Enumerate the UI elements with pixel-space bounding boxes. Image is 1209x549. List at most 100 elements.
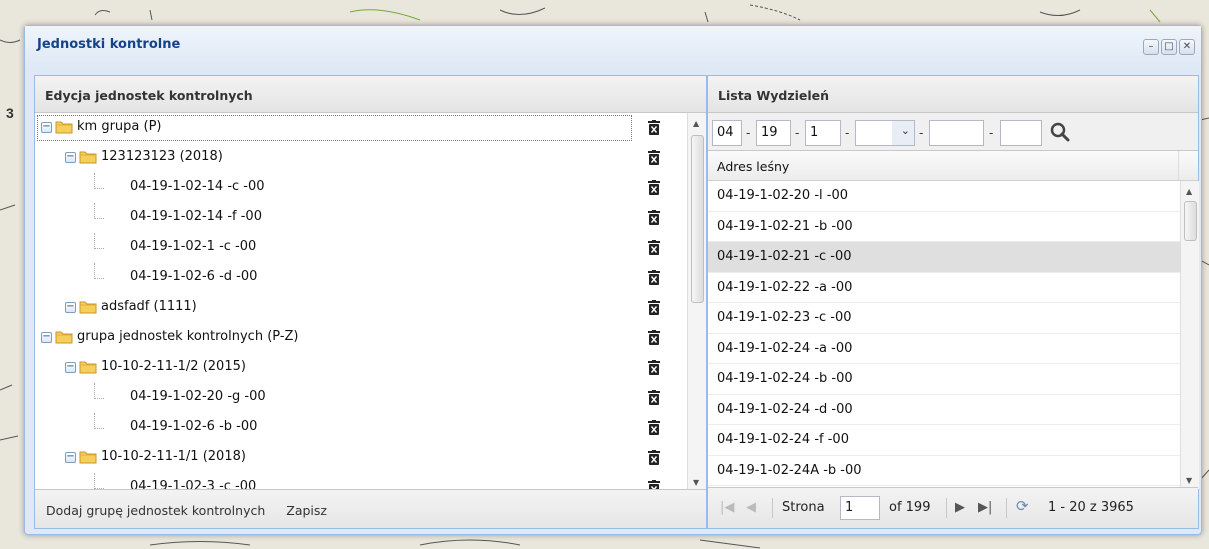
pager-divider — [946, 498, 947, 518]
tree-folder-row[interactable]: − adsfadf (1111) — [35, 293, 687, 323]
scroll-down-icon[interactable]: ▼ — [1186, 476, 1192, 485]
tree-guide-line — [94, 398, 104, 399]
tree-guide-line — [94, 413, 95, 429]
right-panel-title: Lista Wydzieleń — [708, 76, 1198, 113]
tree-folder-row[interactable]: − grupa jednostek kontrolnych (P-Z) — [35, 323, 687, 353]
filter-separator: - — [989, 126, 994, 140]
tree-guide-line — [94, 278, 104, 279]
tree-node-label: adsfadf (1111) — [101, 299, 197, 314]
maximize-icon[interactable]: □ — [1161, 39, 1177, 55]
tree-folder-row[interactable]: − km grupa (P) — [35, 113, 687, 143]
filter-field-6[interactable] — [1000, 120, 1042, 146]
last-page-icon[interactable]: ▶| — [978, 500, 992, 515]
left-panel-footer: Dodaj grupę jednostek kontrolnych Zapisz — [35, 489, 706, 528]
tree-guide-line — [94, 188, 104, 189]
trash-icon[interactable] — [648, 240, 660, 255]
folder-icon — [79, 450, 97, 464]
trash-icon[interactable] — [648, 330, 660, 345]
chevron-down-icon: ⌄ — [900, 124, 910, 137]
collapse-icon[interactable]: − — [41, 122, 52, 133]
add-group-button[interactable]: Dodaj grupę jednostek kontrolnych — [46, 503, 265, 518]
filter-field-1[interactable]: 04 — [712, 120, 742, 146]
tree-node-label: km grupa (P) — [77, 119, 162, 134]
tree-leaf-row[interactable]: 04-19-1-02-6 -d -00 — [35, 263, 687, 293]
folder-icon — [79, 150, 97, 164]
tree-folder-row[interactable]: − 123123123 (2018) — [35, 143, 687, 173]
first-page-icon[interactable]: |◀ — [720, 500, 734, 515]
tree-node-label: 04-19-1-02-6 -b -00 — [130, 419, 258, 434]
tree-leaf-row[interactable]: 04-19-1-02-14 -c -00 — [35, 173, 687, 203]
tree-scrollbar[interactable]: ▲ ▼ — [687, 113, 706, 491]
table-row[interactable]: 04-19-1-02-21 -c -00 — [708, 242, 1180, 273]
scroll-up-icon[interactable]: ▲ — [1186, 187, 1192, 196]
scroll-down-icon[interactable]: ▼ — [693, 478, 699, 487]
trash-icon[interactable] — [648, 120, 660, 135]
tree-folder-row[interactable]: − 10-10-2-11-1/2 (2015) — [35, 353, 687, 383]
window-title: Jednostki kontrolne — [25, 26, 1201, 68]
tree-leaf-row[interactable]: 04-19-1-02-20 -g -00 — [35, 383, 687, 413]
column-header-forest-address[interactable]: Adres leśny — [708, 151, 1198, 181]
tree-node-label: 04-19-1-02-6 -d -00 — [130, 269, 258, 284]
table-row[interactable]: 04-19-1-02-24A -b -00 — [708, 456, 1180, 486]
tree-node-label: 10-10-2-11-1/1 (2018) — [101, 449, 246, 464]
tree-guide-line — [94, 428, 104, 429]
pager-divider — [772, 498, 773, 518]
table-row[interactable]: 04-19-1-02-24 -f -00 — [708, 425, 1180, 456]
save-button[interactable]: Zapisz — [286, 503, 327, 518]
refresh-icon[interactable]: ⟳ — [1016, 497, 1029, 515]
table-row[interactable]: 04-19-1-02-24 -b -00 — [708, 364, 1180, 395]
filter-field-2[interactable]: 19 — [756, 120, 791, 146]
tree-guide-line — [94, 233, 95, 249]
collapse-icon[interactable]: − — [65, 152, 76, 163]
trash-icon[interactable] — [648, 210, 660, 225]
tree-scrollbar-thumb[interactable] — [691, 135, 704, 303]
collapse-icon[interactable]: − — [65, 452, 76, 463]
address-filter-bar: 04 - 19 - 1 - ⌄ - - — [708, 113, 1198, 151]
trash-icon[interactable] — [648, 180, 660, 195]
table-row[interactable]: 04-19-1-02-24 -a -00 — [708, 334, 1180, 364]
filter-field-3[interactable]: 1 — [805, 120, 841, 146]
page-number-input[interactable]: 1 — [840, 496, 880, 520]
tree-leaf-row[interactable]: 04-19-1-02-6 -b -00 — [35, 413, 687, 443]
filter-separator: - — [919, 126, 924, 140]
grid-scrollbar-thumb[interactable] — [1184, 201, 1197, 241]
table-row[interactable]: 04-19-1-02-20 -l -00 — [708, 181, 1180, 212]
tree-node-label: 04-19-1-02-14 -f -00 — [130, 209, 262, 224]
trash-icon[interactable] — [648, 390, 660, 405]
trash-icon[interactable] — [648, 360, 660, 375]
control-units-tree: − km grupa (P) − 123123123 (2018) 04-19-1-02… — [35, 113, 687, 491]
tree-guide-line — [94, 263, 95, 279]
folder-icon — [55, 330, 73, 344]
scroll-up-icon[interactable]: ▲ — [693, 119, 699, 128]
minimize-icon[interactable]: – — [1143, 39, 1159, 55]
trash-icon[interactable] — [648, 450, 660, 465]
table-row[interactable]: 04-19-1-02-23 -c -00 — [708, 303, 1180, 334]
tree-node-label: 04-19-1-02-1 -c -00 — [130, 239, 257, 254]
collapse-icon[interactable]: − — [65, 362, 76, 373]
table-row[interactable]: 04-19-1-02-22 -a -00 — [708, 273, 1180, 303]
table-row[interactable]: 04-19-1-02-21 -b -00 — [708, 212, 1180, 242]
left-panel-title: Edycja jednostek kontrolnych — [35, 76, 706, 113]
grid-scrollbar[interactable]: ▲ ▼ — [1180, 181, 1199, 489]
trash-icon[interactable] — [648, 300, 660, 315]
collapse-icon[interactable]: − — [41, 332, 52, 343]
filter-field-5[interactable] — [929, 120, 984, 146]
folder-icon — [79, 300, 97, 314]
prev-page-icon[interactable]: ◀ — [746, 500, 756, 515]
collapse-icon[interactable]: − — [65, 302, 76, 313]
paging-toolbar: |◀ ◀ Strona 1 of 199 ▶ ▶| ⟳ 1 - 20 z 396… — [708, 487, 1198, 528]
trash-icon[interactable] — [648, 150, 660, 165]
search-icon[interactable] — [1050, 122, 1070, 142]
tree-leaf-row[interactable]: 04-19-1-02-1 -c -00 — [35, 233, 687, 263]
table-row[interactable]: 04-19-1-02-24 -d -00 — [708, 395, 1180, 425]
stands-list-panel: Lista Wydzieleń 04 - 19 - 1 - ⌄ - - Adre… — [707, 75, 1199, 529]
tree-guide-line — [94, 383, 95, 399]
trash-icon[interactable] — [648, 270, 660, 285]
tree-guide-line — [94, 203, 95, 219]
tree-folder-row[interactable]: − 10-10-2-11-1/1 (2018) — [35, 443, 687, 473]
trash-icon[interactable] — [648, 420, 660, 435]
next-page-icon[interactable]: ▶ — [955, 500, 965, 515]
close-icon[interactable]: ✕ — [1179, 39, 1195, 55]
filter-select-4[interactable]: ⌄ — [855, 120, 915, 146]
tree-leaf-row[interactable]: 04-19-1-02-14 -f -00 — [35, 203, 687, 233]
